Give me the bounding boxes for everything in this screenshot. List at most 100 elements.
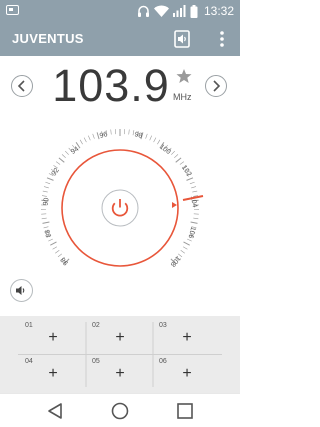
dial-tick <box>153 137 157 143</box>
star-icon <box>176 69 192 83</box>
add-preset-icon: + <box>48 329 58 346</box>
status-clock: 13:32 <box>203 4 234 18</box>
add-preset-icon: + <box>182 365 192 382</box>
dial-tick <box>92 133 95 139</box>
preset-number: 03 <box>159 322 167 329</box>
dial-tick <box>83 137 87 143</box>
dial-label: 108 <box>169 254 182 268</box>
dial-tick <box>42 221 50 224</box>
dial-tick <box>45 181 51 185</box>
dial-tick <box>48 238 53 242</box>
prev-station-button[interactable] <box>11 75 33 97</box>
dial-tick <box>179 161 185 165</box>
dial-tick <box>145 133 148 139</box>
dial-tick <box>42 190 48 193</box>
favorite-button[interactable] <box>176 68 192 84</box>
more-options-icon <box>220 31 224 47</box>
dial-tick <box>180 250 185 254</box>
speaker-output-icon <box>174 30 190 48</box>
dial-tick <box>192 190 198 193</box>
dial-tick <box>64 150 69 155</box>
dial-tick <box>61 154 66 159</box>
dial-tick <box>43 226 49 229</box>
preset-number: 06 <box>159 358 167 365</box>
preset-slot[interactable]: 05 + <box>87 356 153 390</box>
dial-tick <box>182 246 188 250</box>
dial-tick <box>41 195 47 197</box>
volume-button[interactable] <box>10 279 33 302</box>
add-preset-icon: + <box>115 365 125 382</box>
more-options-button[interactable] <box>214 27 230 51</box>
dial-tick <box>149 135 152 141</box>
dial-tick <box>189 181 195 185</box>
home-button[interactable] <box>105 398 135 424</box>
next-station-button[interactable] <box>205 75 227 97</box>
dial-tick <box>183 241 190 246</box>
preset-number: 01 <box>25 322 33 329</box>
dial-label: 88 <box>44 229 53 238</box>
system-nav-bar <box>0 393 240 427</box>
add-preset-icon: + <box>115 329 125 346</box>
dial-tick <box>88 135 91 141</box>
wifi-icon <box>153 5 169 17</box>
dial-tick <box>57 253 63 258</box>
dial-label: 102 <box>180 164 192 178</box>
chevron-right-icon <box>213 80 221 92</box>
dial-tick <box>175 157 182 163</box>
preset-slot[interactable]: 01 + <box>20 320 86 354</box>
dial-tick <box>50 241 57 246</box>
dial-tick <box>110 129 112 135</box>
battery-icon <box>190 4 198 18</box>
dial-tick <box>174 154 179 159</box>
dial-tick <box>171 150 176 155</box>
dial-tick <box>190 221 198 224</box>
dial-label: 98 <box>60 256 70 267</box>
radio-icon <box>6 5 19 15</box>
signal-icon <box>172 5 186 17</box>
dial-tick <box>191 186 197 189</box>
dial-label: 90 <box>42 197 50 206</box>
preset-slot[interactable]: 06 + <box>154 356 220 390</box>
tuning-dial[interactable]: 94 96 98 100 102 104 106 108 90 88 92 98 <box>0 110 240 300</box>
dial-tick <box>55 161 61 165</box>
add-preset-icon: + <box>48 365 58 382</box>
dial-label: 92 <box>51 167 61 177</box>
dial-tick <box>58 157 65 163</box>
app-bar: JUVENTUS <box>0 22 240 56</box>
preset-number: 05 <box>92 358 100 365</box>
preset-grid: 01 + 02 + 03 + 04 + 05 + 06 + <box>0 316 240 393</box>
dial-tick <box>128 129 130 135</box>
preset-number: 02 <box>92 322 100 329</box>
dial-tick <box>55 250 60 254</box>
preset-slot[interactable]: 02 + <box>87 320 153 354</box>
dial-tick <box>46 177 54 181</box>
headset-icon <box>137 5 149 17</box>
dial-tick <box>43 186 49 189</box>
station-title: JUVENTUS <box>12 31 84 46</box>
dial-label: 96 <box>99 131 108 140</box>
chevron-left-icon <box>17 80 25 92</box>
dial-tick <box>186 177 194 181</box>
power-button[interactable] <box>101 189 139 227</box>
recents-button[interactable] <box>170 398 200 424</box>
dial-tick <box>187 238 192 242</box>
status-icons: 13:32 <box>137 3 234 19</box>
frequency-unit: MHz <box>173 92 192 102</box>
status-bar: 13:32 <box>0 0 240 22</box>
speaker-output-button[interactable] <box>170 27 194 51</box>
dial-label: 98 <box>134 131 143 140</box>
dial-tick <box>52 246 58 250</box>
dial-tick <box>193 217 199 220</box>
dial-label: 100 <box>158 144 172 156</box>
dial-tick <box>79 139 83 145</box>
preset-slot[interactable]: 03 + <box>154 320 220 354</box>
frequency-display: 103.9 <box>52 60 170 111</box>
dial-label: 106 <box>187 226 197 239</box>
add-preset-icon: + <box>182 329 192 346</box>
dial-tick <box>157 139 161 145</box>
volume-icon <box>16 286 25 295</box>
preset-number: 04 <box>25 358 33 365</box>
dial-tick <box>41 217 47 220</box>
back-button[interactable] <box>40 398 70 424</box>
preset-slot[interactable]: 04 + <box>20 356 86 390</box>
